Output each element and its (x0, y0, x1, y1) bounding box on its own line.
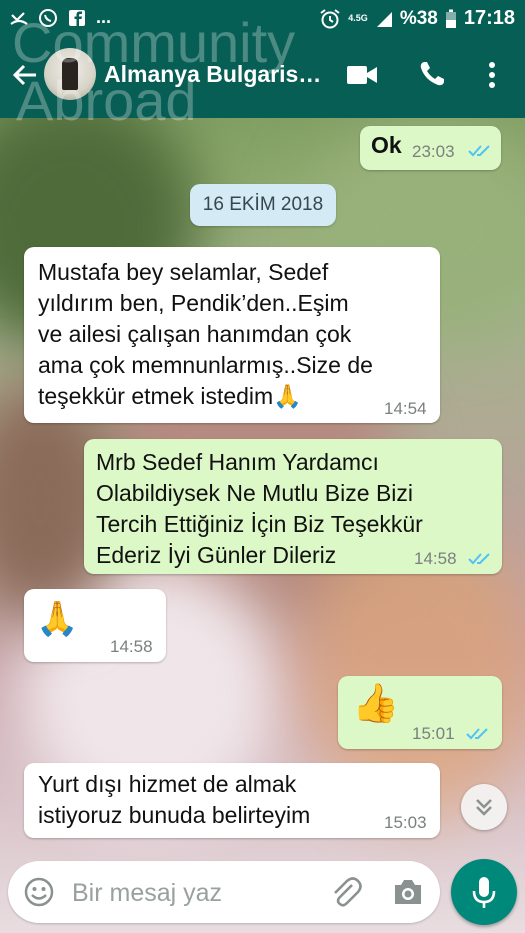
alarm-icon (320, 8, 340, 28)
message-emoji: 👍 (352, 683, 400, 725)
message-bubble-outgoing[interactable]: 👍 15:01 (338, 676, 502, 749)
microphone-icon (472, 877, 496, 908)
chat-title[interactable]: Almanya Bulgaris… (104, 61, 321, 88)
read-receipt-icon (468, 145, 490, 157)
read-receipt-icon (466, 728, 488, 740)
message-text: Ok (371, 132, 402, 158)
phone-icon[interactable] (418, 60, 446, 88)
facebook-notification-icon (69, 9, 85, 26)
status-time: 17:18 (463, 7, 515, 29)
message-bubble-outgoing[interactable]: Ok 23:03 (360, 126, 501, 170)
battery-percent: %38 (399, 7, 438, 29)
message-time: 15:01 (412, 724, 455, 743)
date-divider: 16 EKİM 2018 (190, 184, 336, 226)
message-bubble-incoming[interactable]: Mustafa bey selamlar, Sedef yıldırım ben… (24, 247, 440, 423)
emoji-icon[interactable] (24, 877, 54, 907)
message-bubble-incoming[interactable]: Yurt dışı hizmet de almak istiyoruz bunu… (24, 763, 440, 838)
message-time: 14:58 (414, 549, 457, 568)
chat-header: Almanya Bulgaris… (0, 36, 525, 118)
message-bubble-outgoing[interactable]: Mrb Sedef Hanım Yardamcı Olabildiysek Ne… (84, 439, 502, 574)
message-time: 14:54 (384, 399, 427, 418)
paperclip-icon[interactable] (330, 875, 362, 909)
video-call-icon[interactable] (346, 63, 378, 87)
battery-icon (445, 9, 456, 28)
message-emoji: 🙏 (36, 600, 79, 638)
message-text: Yurt dışı hizmet de almak istiyoruz bunu… (38, 771, 311, 828)
more-vert-icon[interactable] (486, 60, 498, 90)
message-time: 14:58 (110, 637, 153, 656)
double-chevron-down-icon (476, 799, 492, 816)
message-time: 23:03 (412, 142, 455, 161)
more-notifications: ... (96, 7, 112, 27)
read-receipt-icon (468, 553, 490, 565)
arrow-left-icon[interactable] (10, 60, 40, 90)
message-bubble-incoming[interactable]: 🙏 14:58 (24, 589, 166, 662)
message-text: Mrb Sedef Hanım Yardamcı Olabildiysek Ne… (96, 449, 423, 568)
status-bar: ... 4.5G %38 17:18 (0, 0, 525, 36)
avatar[interactable] (44, 48, 96, 100)
scroll-to-bottom-button[interactable] (461, 784, 507, 830)
message-input[interactable] (70, 869, 324, 917)
signal-icon (376, 11, 392, 27)
whatsapp-notification-icon (39, 8, 57, 27)
message-time: 15:03 (384, 813, 427, 832)
message-composer (8, 861, 440, 923)
camera-icon[interactable] (392, 877, 424, 907)
message-text: Mustafa bey selamlar, Sedef yıldırım ben… (38, 259, 373, 409)
missed-call-icon (10, 11, 28, 25)
network-type: 4.5G (348, 13, 368, 23)
voice-record-button[interactable] (451, 859, 517, 925)
